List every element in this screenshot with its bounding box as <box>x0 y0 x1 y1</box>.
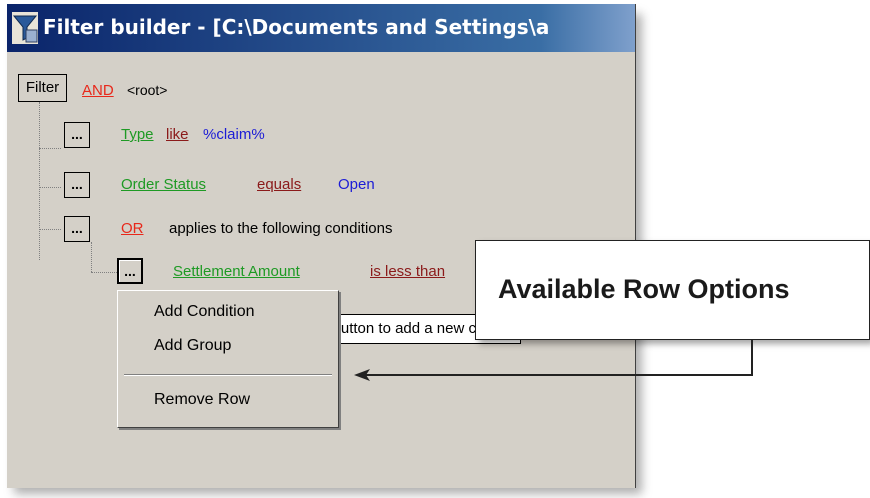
title-bar[interactable]: Filter builder - [C:\Documents and Setti… <box>7 4 635 52</box>
menu-item-remove-row[interactable]: Remove Row <box>118 391 338 409</box>
condition-field-link[interactable]: Order Status <box>121 176 206 193</box>
row-options-button[interactable]: ... <box>64 122 90 148</box>
condition-operator-link[interactable]: equals <box>257 176 301 193</box>
menu-separator <box>124 374 332 376</box>
menu-item-add-group[interactable]: Add Group <box>118 337 338 355</box>
row-options-menu: Add Condition Add Group Remove Row <box>117 290 339 428</box>
condition-field-link[interactable]: Type <box>121 126 154 143</box>
condition-value[interactable]: Open <box>338 176 375 193</box>
condition-operator-link[interactable]: like <box>166 126 189 143</box>
filter-root-button[interactable]: Filter <box>18 74 67 102</box>
callout-box: Available Row Options <box>475 240 870 340</box>
condition-value[interactable]: %claim% <box>203 126 265 143</box>
row-options-button-active[interactable]: ... <box>117 258 143 284</box>
group-description: applies to the following conditions <box>169 220 393 237</box>
tree-line <box>39 229 61 230</box>
callout-text: Available Row Options <box>498 274 790 304</box>
group-operator-link[interactable]: OR <box>121 220 144 237</box>
tree-line <box>39 187 61 188</box>
menu-item-add-condition[interactable]: Add Condition <box>118 303 338 321</box>
root-operator-link[interactable]: AND <box>82 82 114 99</box>
filter-funnel-icon <box>12 12 38 44</box>
row-options-button[interactable]: ... <box>64 216 90 242</box>
condition-field-link[interactable]: Settlement Amount <box>173 263 300 280</box>
tree-line <box>39 102 40 260</box>
window-title: Filter builder - [C:\Documents and Setti… <box>43 15 550 39</box>
root-label: <root> <box>127 82 168 98</box>
condition-operator-link[interactable]: is less than <box>370 263 445 280</box>
tree-line <box>39 148 61 149</box>
callout-arrow <box>354 340 753 381</box>
row-options-button[interactable]: ... <box>64 172 90 198</box>
tree-line <box>91 242 92 272</box>
tree-line <box>91 272 117 273</box>
